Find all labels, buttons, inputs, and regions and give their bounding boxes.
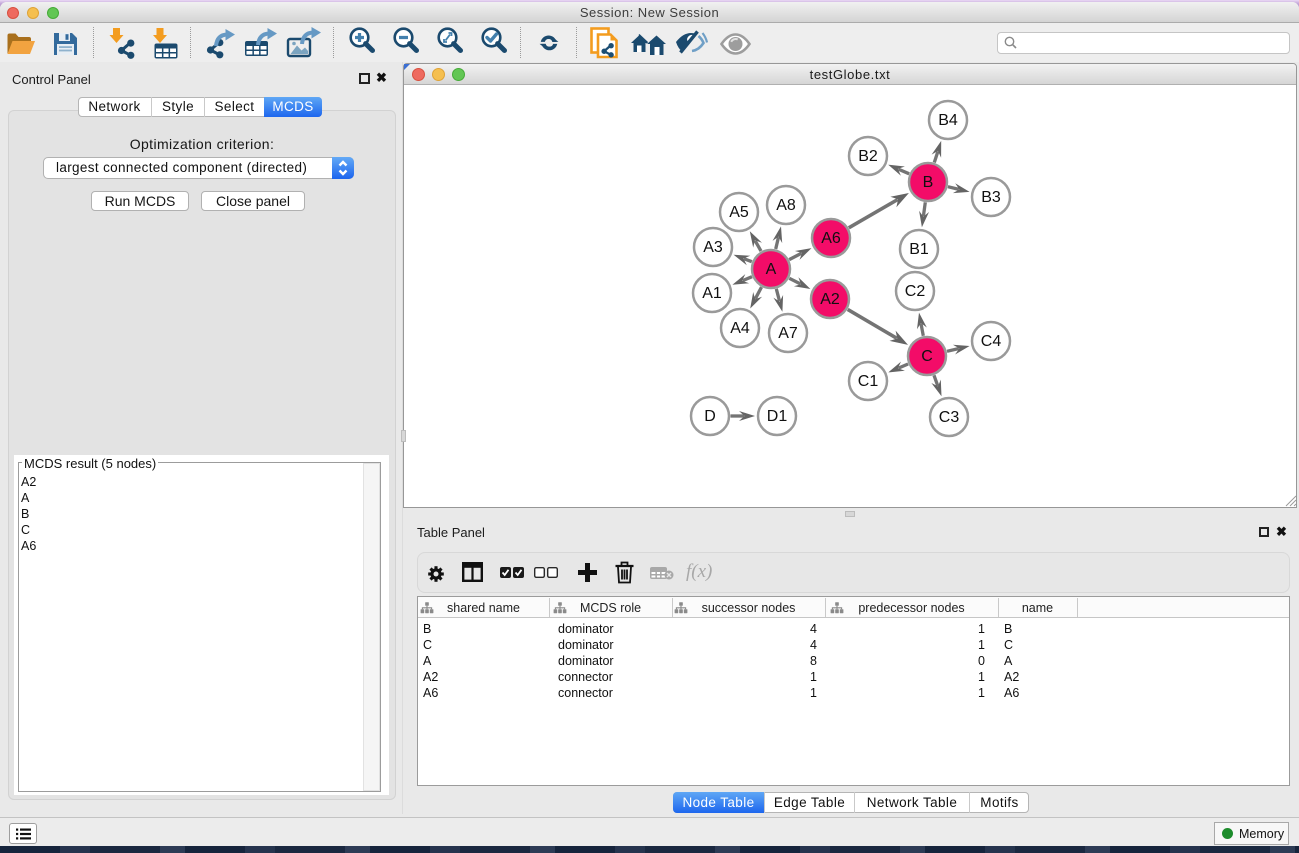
svg-text:B1: B1	[909, 241, 929, 258]
svg-text:D1: D1	[767, 408, 788, 425]
svg-text:A5: A5	[729, 204, 749, 221]
svg-text:B3: B3	[981, 189, 1001, 206]
svg-text:B2: B2	[858, 148, 878, 165]
svg-text:A4: A4	[730, 320, 750, 337]
svg-text:D: D	[704, 408, 716, 425]
svg-text:B: B	[923, 174, 934, 191]
svg-text:C: C	[921, 348, 933, 365]
svg-text:C2: C2	[905, 283, 926, 300]
svg-text:C1: C1	[858, 373, 879, 390]
svg-text:C4: C4	[981, 333, 1002, 350]
svg-text:A3: A3	[703, 239, 723, 256]
svg-text:A8: A8	[776, 197, 796, 214]
svg-text:A2: A2	[820, 291, 840, 308]
svg-text:A7: A7	[778, 325, 798, 342]
svg-text:A1: A1	[702, 285, 722, 302]
svg-text:A: A	[766, 261, 777, 278]
svg-text:A6: A6	[821, 230, 841, 247]
svg-text:B4: B4	[938, 112, 958, 129]
svg-text:C3: C3	[939, 409, 960, 426]
